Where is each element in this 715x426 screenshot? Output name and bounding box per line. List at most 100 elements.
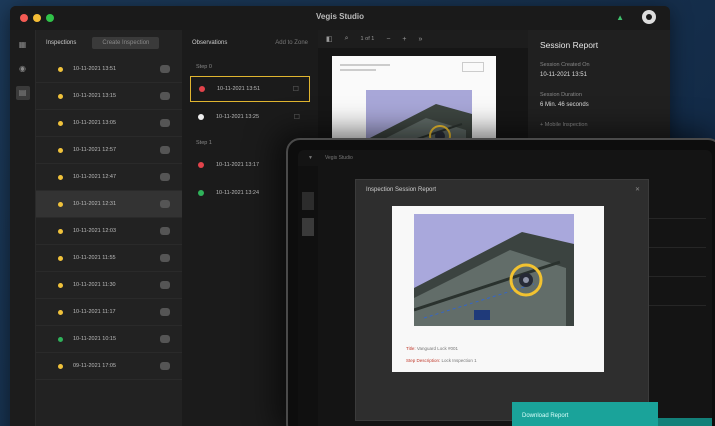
report-title-line: Title: Vanguard Lock #001	[406, 346, 458, 351]
eye-icon[interactable]: ◉	[16, 62, 30, 76]
status-dot	[58, 228, 63, 234]
inspection-row[interactable]: 10-11-2021 13:05	[36, 110, 182, 137]
session-created-value: 10-11-2021 13:51	[540, 72, 587, 78]
info-badge-icon[interactable]	[160, 200, 170, 208]
status-dot	[58, 309, 63, 315]
checkbox-icon[interactable]: ☐	[293, 85, 299, 93]
title-bar: Vegis Studio ▲	[10, 6, 670, 30]
status-dot	[58, 174, 63, 180]
expand-icon[interactable]: »	[419, 36, 423, 43]
divider	[646, 276, 706, 277]
mobile-inspection-link[interactable]: + Mobile Inspection	[540, 122, 658, 128]
inspection-date: 10-11-2021 13:51	[73, 66, 117, 72]
close-icon[interactable]: ✕	[635, 186, 640, 193]
zoom-in-icon[interactable]: +	[402, 36, 406, 43]
report-line2-key: Step Description:	[406, 358, 441, 363]
info-badge-icon[interactable]	[160, 281, 170, 289]
info-badge-icon[interactable]	[160, 146, 170, 154]
inspection-date: 10-11-2021 13:15	[73, 93, 117, 99]
inspection-row[interactable]: 09-11-2021 17:05	[36, 353, 182, 380]
checkbox-icon[interactable]: ☐	[294, 113, 300, 121]
report-page: Title: Vanguard Lock #001 Step Descripti…	[392, 206, 604, 372]
inspection-date: 10-11-2021 13:05	[73, 120, 117, 126]
report-inspection-photo	[414, 214, 574, 326]
info-badge-icon[interactable]	[160, 173, 170, 181]
observation-status-dot	[198, 190, 204, 196]
laptop-right-panel	[646, 190, 706, 426]
laptop-device: ▼ Vegis Studio Inspection Session Report…	[286, 138, 715, 426]
document-icon[interactable]: ▤	[15, 86, 30, 100]
report-description-line: Step Description: Lock Inspection 1	[406, 358, 477, 363]
laptop-screen: ▼ Vegis Studio Inspection Session Report…	[298, 150, 712, 426]
observations-header: Observations Add to Zone	[182, 30, 318, 56]
grid-icon[interactable]: ▦	[16, 38, 30, 52]
info-badge-icon[interactable]	[160, 335, 170, 343]
info-badge-icon[interactable]	[160, 119, 170, 127]
inspection-row[interactable]: 10-11-2021 10:15	[36, 326, 182, 353]
header-logo-box	[462, 62, 484, 72]
sidebar-toggle-icon[interactable]: ◧	[326, 35, 333, 43]
inspection-row[interactable]: 10-11-2021 11:17	[36, 299, 182, 326]
session-created-label: Session Created On	[540, 62, 590, 68]
sidebar-block[interactable]	[302, 192, 314, 210]
inspections-header: Inspections Create Inspection	[36, 30, 182, 56]
observation-date: 10-11-2021 13:17	[216, 162, 260, 168]
tab-inspections[interactable]: Inspections	[46, 40, 76, 46]
session-report-title: Session Report	[540, 40, 599, 50]
divider	[646, 218, 706, 219]
laptop-app-label: Vegis Studio	[324, 155, 353, 161]
inspection-row[interactable]: 10-11-2021 12:57	[36, 137, 182, 164]
inspections-list: 10-11-2021 13:51 10-11-2021 13:15 10-11-20…	[36, 56, 182, 380]
status-dot	[58, 282, 63, 288]
status-dot	[58, 66, 63, 72]
laptop-app-bar: ▼ Vegis Studio	[298, 150, 712, 166]
info-badge-icon[interactable]	[160, 65, 170, 73]
inspection-date: 10-11-2021 12:03	[73, 228, 117, 234]
report-modal: Inspection Session Report ✕ Title: Vangu…	[356, 180, 648, 420]
search-icon[interactable]: ⌕	[345, 35, 349, 43]
inspection-date: 09-11-2021 17:05	[73, 363, 117, 369]
page-indicator: 1 of 1	[360, 36, 375, 42]
info-badge-icon[interactable]	[160, 227, 170, 235]
header-line	[340, 69, 376, 71]
info-badge-icon[interactable]	[160, 92, 170, 100]
report-line1-key: Title:	[406, 346, 416, 351]
divider	[646, 247, 706, 248]
observation-group-label: Step 0	[196, 64, 212, 70]
divider	[646, 305, 706, 306]
info-badge-icon[interactable]	[160, 362, 170, 370]
observation-date: 10-11-2021 13:51	[217, 86, 261, 92]
inspection-row[interactable]: 10-11-2021 11:55	[36, 245, 182, 272]
inspection-row[interactable]: 10-11-2021 12:03	[36, 218, 182, 245]
title-bar-actions: ▲	[616, 10, 656, 24]
add-to-zone-link[interactable]: Add to Zone	[275, 40, 308, 46]
status-dot	[58, 255, 63, 261]
settings-gear-icon[interactable]	[642, 10, 656, 24]
info-badge-icon[interactable]	[160, 308, 170, 316]
observation-status-dot	[198, 162, 204, 168]
create-inspection-button[interactable]: Create Inspection	[92, 37, 160, 49]
inspection-row[interactable]: 10-11-2021 13:51	[36, 56, 182, 83]
inspection-row[interactable]: 10-11-2021 13:15	[36, 83, 182, 110]
inspection-row[interactable]: 10-11-2021 11:30	[36, 272, 182, 299]
observation-row[interactable]: 10-11-2021 13:51 ☐	[190, 76, 310, 102]
inspection-date: 10-11-2021 12:31	[73, 201, 117, 207]
observation-date: 10-11-2021 13:24	[216, 190, 260, 196]
status-dot	[58, 93, 63, 99]
nav-rail: ▦ ◉ ▤	[10, 30, 36, 426]
session-duration-label: Session Duration	[540, 92, 582, 98]
download-report-button[interactable]: Download Report	[512, 402, 658, 426]
modal-title: Inspection Session Report	[366, 187, 437, 193]
observation-status-dot	[198, 114, 204, 120]
sidebar-block[interactable]	[302, 218, 314, 236]
status-dot	[58, 147, 63, 153]
inspection-row[interactable]: 10-11-2021 12:47	[36, 164, 182, 191]
info-badge-icon[interactable]	[160, 254, 170, 262]
inspections-panel: Inspections Create Inspection 10-11-2021…	[36, 30, 182, 426]
download-report-label: Download Report	[522, 413, 569, 419]
laptop-sidebar	[298, 166, 318, 426]
inspection-row[interactable]: 10-11-2021 12:31	[36, 191, 182, 218]
observation-row[interactable]: 10-11-2021 13:25 ☐	[190, 104, 310, 130]
app-title: Vegis Studio	[315, 12, 364, 21]
zoom-out-icon[interactable]: −	[386, 36, 390, 43]
